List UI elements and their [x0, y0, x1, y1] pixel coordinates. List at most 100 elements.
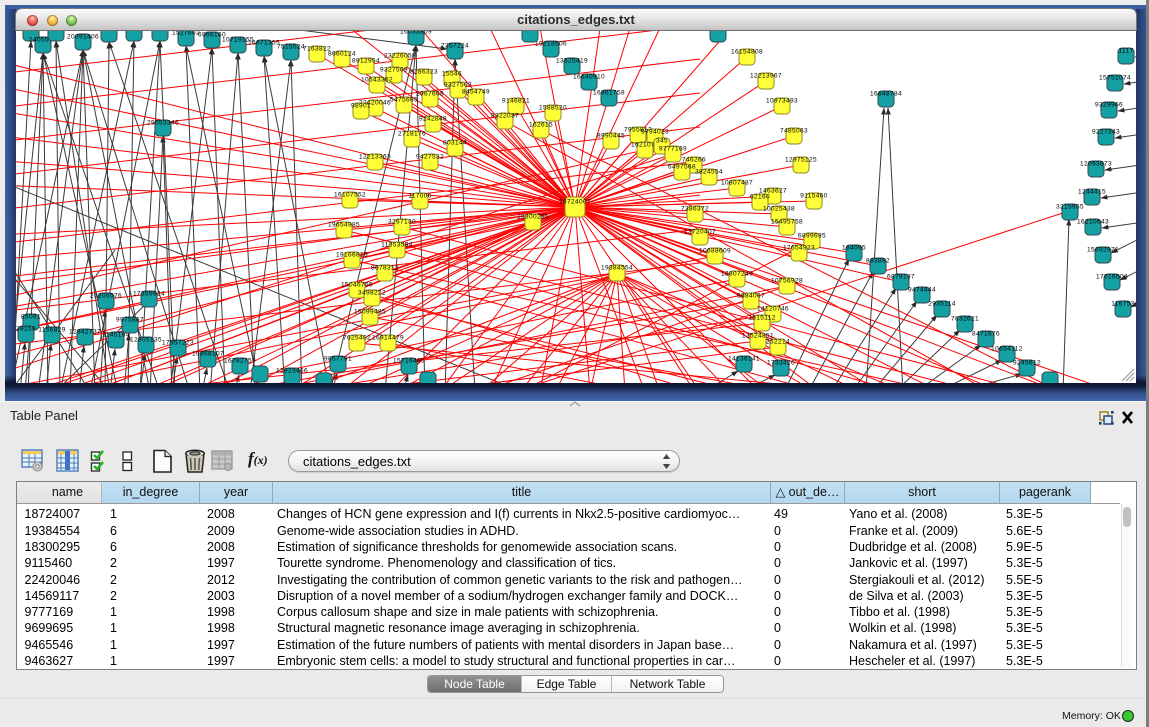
svg-text:9115460: 9115460 [800, 193, 828, 200]
svg-text:893892: 893892 [866, 258, 890, 265]
svg-text:12213967: 12213967 [750, 73, 782, 80]
svg-text:9474444: 9474444 [908, 287, 936, 294]
svg-text:2718176: 2718176 [398, 131, 426, 138]
svg-text:2047682: 2047682 [704, 31, 732, 33]
svg-text:16099485: 16099485 [354, 309, 386, 316]
svg-text:16154808: 16154808 [731, 49, 763, 56]
svg-text:164095: 164095 [842, 245, 866, 252]
svg-text:2935114: 2935114 [928, 301, 956, 308]
svg-text:17957223: 17957223 [162, 340, 194, 347]
svg-text:10025438: 10025438 [763, 206, 795, 213]
svg-text:8471676: 8471676 [972, 331, 1000, 338]
svg-text:18724007: 18724007 [559, 199, 591, 206]
svg-text:16671355: 16671355 [248, 40, 280, 47]
svg-text:16961758: 16961758 [593, 90, 625, 97]
svg-text:9857791: 9857791 [324, 356, 352, 363]
svg-text:12093873: 12093873 [1080, 161, 1112, 168]
svg-text:6879197: 6879197 [887, 274, 915, 281]
svg-text:85061: 85061 [21, 314, 41, 321]
svg-text:8186323: 8186323 [410, 69, 438, 76]
svg-text:23226058: 23226058 [384, 53, 416, 60]
svg-text:16107552: 16107552 [334, 192, 366, 199]
svg-text:3215955: 3215955 [1056, 204, 1084, 211]
svg-text:11353594: 11353594 [381, 242, 413, 249]
svg-text:19218506: 19218506 [535, 41, 567, 48]
svg-text:14120746: 14120746 [757, 306, 789, 313]
svg-text:14136141: 14136141 [728, 356, 760, 363]
svg-text:10543362: 10543362 [361, 77, 393, 84]
svg-text:7632621: 7632621 [951, 316, 979, 323]
svg-text:8678312: 8678312 [371, 265, 399, 272]
svg-text:8990445: 8990445 [597, 133, 625, 140]
svg-text:20206576: 20206576 [90, 293, 122, 300]
svg-text:9227343: 9227343 [1092, 129, 1120, 136]
svg-text:16033809: 16033809 [400, 31, 432, 36]
svg-text:162615: 162615 [529, 122, 553, 129]
svg-text:19654985: 19654985 [328, 222, 360, 229]
svg-text:5475685: 5475685 [390, 97, 418, 104]
svg-text:1615112: 1615112 [748, 315, 776, 322]
svg-text:15546: 15546 [442, 71, 462, 78]
svg-text:3824554: 3824554 [695, 169, 723, 176]
svg-text:2967608: 2967608 [416, 91, 444, 98]
svg-text:8322037: 8322037 [491, 113, 519, 120]
svg-text:3267130: 3267130 [388, 219, 416, 226]
svg-text:9794023: 9794023 [641, 129, 669, 136]
svg-text:9684067: 9684067 [737, 293, 765, 300]
svg-text:10654112: 10654112 [991, 346, 1023, 353]
svg-text:1244415: 1244415 [1078, 189, 1106, 196]
svg-text:252214: 252214 [766, 339, 790, 346]
svg-text:7357224: 7357224 [441, 43, 469, 50]
svg-text:12905135: 12905135 [130, 337, 162, 344]
svg-text:1156829: 1156829 [38, 327, 66, 334]
svg-text:29053346: 29053346 [147, 120, 179, 127]
svg-text:12923466: 12923466 [276, 368, 308, 375]
svg-text:13720407: 13720407 [684, 229, 716, 236]
svg-text:7625402: 7625402 [343, 335, 371, 342]
svg-text:12942737: 12942737 [69, 329, 101, 336]
svg-text:345: 345 [656, 138, 668, 145]
svg-text:15046766: 15046766 [341, 282, 373, 289]
svg-text:39159: 39159 [16, 326, 36, 333]
svg-text:10807487: 10807487 [721, 180, 753, 187]
svg-text:17359924: 17359924 [133, 291, 165, 298]
svg-text:9146821: 9146821 [502, 98, 530, 105]
svg-text:16648784: 16648784 [870, 91, 902, 98]
svg-text:12975125: 12975125 [785, 157, 817, 164]
svg-text:10958107: 10958107 [192, 351, 224, 358]
svg-text:12213363: 12213363 [359, 154, 391, 161]
svg-text:746266: 746266 [682, 157, 706, 164]
svg-text:116753: 116753 [1111, 301, 1135, 308]
svg-text:8912954: 8912954 [352, 58, 380, 65]
svg-text:9242848: 9242848 [419, 116, 447, 123]
svg-text:9329966: 9329966 [1095, 102, 1123, 109]
svg-text:6497568: 6497568 [668, 164, 696, 171]
svg-text:7386372: 7386372 [681, 206, 709, 213]
svg-text:117006: 117006 [408, 193, 432, 200]
svg-text:10973493: 10973493 [766, 98, 798, 105]
svg-text:20091406: 20091406 [67, 34, 99, 41]
svg-text:9777169: 9777169 [659, 146, 687, 153]
svg-text:15751074: 15751074 [1099, 75, 1131, 82]
svg-text:8660124: 8660124 [328, 51, 356, 58]
svg-text:7515524: 7515524 [277, 44, 305, 51]
svg-text:19166825: 19166825 [336, 252, 368, 259]
svg-text:17016504: 17016504 [1096, 274, 1128, 281]
svg-text:9327509: 9327509 [380, 67, 408, 74]
svg-text:1527602: 1527602 [172, 31, 200, 37]
svg-text:17654923: 17654923 [783, 245, 815, 252]
svg-text:6899695: 6899695 [798, 233, 826, 240]
svg-text:803144: 803144 [443, 140, 467, 147]
svg-text:1588520: 1588520 [539, 105, 567, 112]
svg-text:13525419: 13525419 [556, 58, 588, 65]
svg-text:8813054: 8813054 [516, 31, 544, 33]
svg-text:62160: 62160 [750, 194, 770, 201]
svg-text:7485063: 7485063 [780, 128, 808, 135]
svg-text:16914479: 16914479 [372, 335, 404, 342]
svg-text:10688609: 10688609 [699, 248, 731, 255]
svg-text:10756928: 10756928 [771, 278, 803, 285]
svg-text:1117: 1117 [1118, 48, 1133, 55]
svg-text:9245612: 9245612 [1013, 360, 1041, 367]
svg-text:7163822: 7163822 [303, 46, 331, 53]
svg-text:15692971: 15692971 [1087, 247, 1119, 254]
